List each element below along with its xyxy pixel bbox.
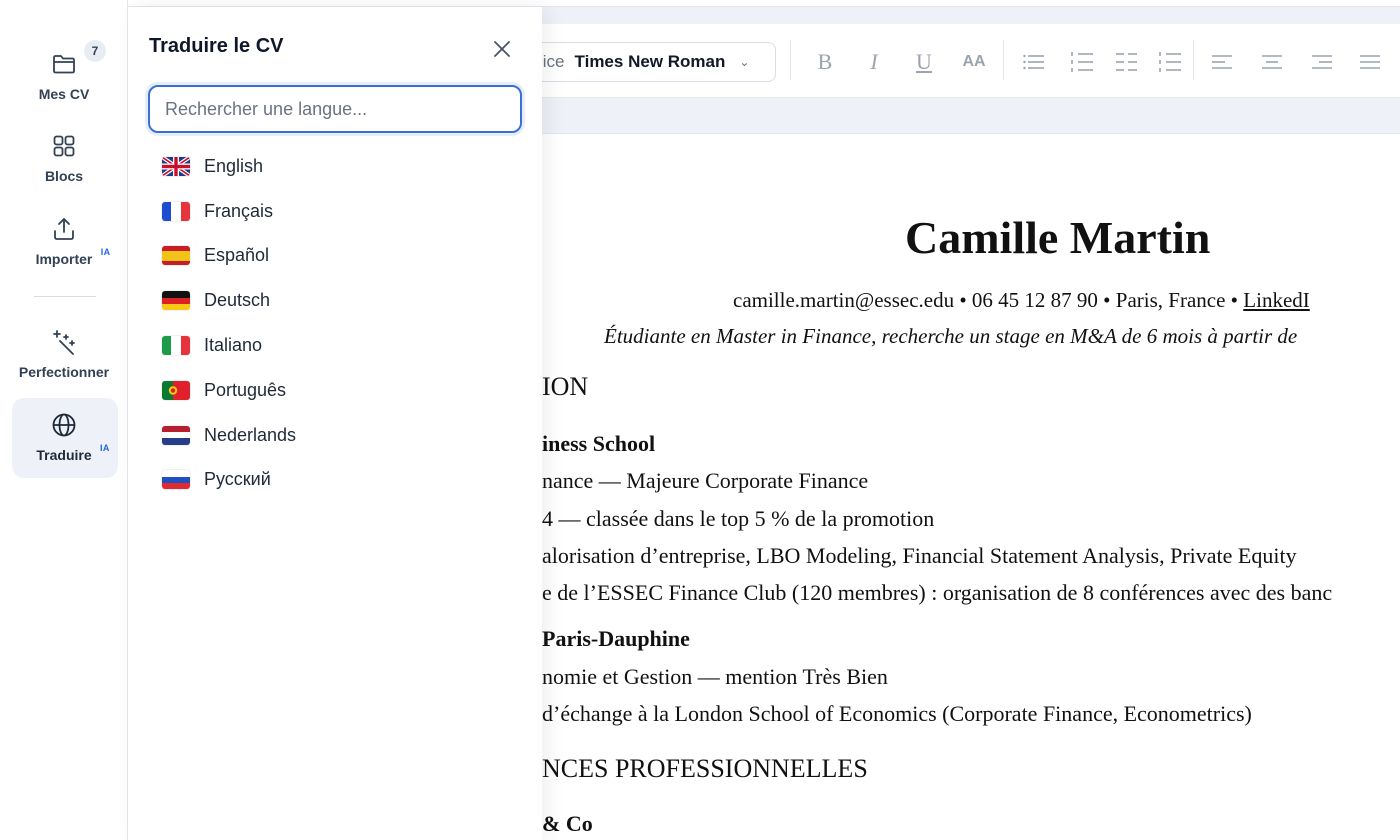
france-flag-icon <box>162 201 190 221</box>
font-select-value: Times New Roman <box>574 52 726 71</box>
ai-tag: IA <box>100 443 110 453</box>
toolbar-divider <box>1193 40 1194 80</box>
cv-objective: Étudiante en Master in Finance, recherch… <box>604 324 1298 348</box>
sidebar-item-mes-cv[interactable]: Mes CV <box>0 50 128 102</box>
cv-section-heading: ION <box>542 372 589 401</box>
cv-section-heading: NCES PROFESSIONNELLES <box>542 754 868 783</box>
cv-line: nomie et Gestion — mention Très Bien <box>542 664 888 689</box>
sidebar-item-label: Traduire IA <box>36 443 109 463</box>
cv-school-name: iness School <box>542 431 656 456</box>
cv-company-name: & Co <box>542 811 593 836</box>
translate-panel: Traduire le CV English Français Español … <box>128 7 542 840</box>
cv-contact-text: camille.martin@essec.edu • 06 45 12 87 9… <box>733 288 1244 312</box>
portugal-flag-icon <box>162 380 190 400</box>
underline-button[interactable]: U <box>910 48 938 76</box>
cv-contact-line: camille.martin@essec.edu • 06 45 12 87 9… <box>733 288 1310 313</box>
bullet-list-icon[interactable] <box>1020 48 1048 76</box>
sidebar-item-label: Mes CV <box>38 86 90 102</box>
cv-name: Camille Martin <box>905 212 1211 263</box>
cv-line: alorisation d’entreprise, LBO Modeling, … <box>542 543 1297 568</box>
language-option-francais[interactable]: Français <box>148 189 522 234</box>
language-option-deutsch[interactable]: Deutsch <box>148 278 522 323</box>
cv-line: d’échange à la London School of Economic… <box>542 701 1252 726</box>
align-justify-icon[interactable] <box>1356 48 1384 76</box>
language-name: Español <box>204 245 270 266</box>
bold-button[interactable]: B <box>811 48 839 76</box>
language-option-russian[interactable]: Русский <box>148 458 522 503</box>
language-name: Italiano <box>204 335 263 356</box>
text-case-button[interactable]: AA <box>958 48 990 76</box>
editor-top-strip <box>542 7 1400 24</box>
language-option-english[interactable]: English <box>148 144 522 189</box>
sidebar-item-label: Blocs <box>44 168 84 184</box>
numbered-list-icon[interactable] <box>1068 48 1096 76</box>
align-right-icon[interactable] <box>1308 48 1336 76</box>
toolbar-divider <box>790 40 791 80</box>
cv-line: 4 — classée dans le top 5 % de la promot… <box>542 506 935 531</box>
magic-wand-icon <box>50 328 78 356</box>
sidebar-rail: Mes CV 7 Blocs Importer IA Perfectionner … <box>0 0 128 840</box>
sidebar-item-traduire[interactable]: Traduire IA <box>0 411 128 463</box>
upload-icon <box>50 215 78 243</box>
indent-list-icon[interactable] <box>1112 48 1140 76</box>
ai-tag: IA <box>100 247 111 257</box>
language-name: English <box>204 155 264 176</box>
folder-icon <box>50 50 78 78</box>
close-icon[interactable] <box>490 37 514 61</box>
sidebar-item-blocs[interactable]: Blocs <box>0 132 128 184</box>
sidebar-item-importer[interactable]: Importer IA <box>0 215 128 267</box>
editor-ruler-strip <box>542 98 1400 134</box>
language-option-portugues[interactable]: Português <box>148 368 522 413</box>
language-name: Nederlands <box>204 424 297 445</box>
language-option-espanol[interactable]: Español <box>148 234 522 279</box>
language-name: Français <box>204 200 274 221</box>
font-family-select[interactable]: lice Times New Roman ⌄ <box>520 42 776 82</box>
cv-count-badge: 7 <box>84 40 106 62</box>
cv-line: e de l’ESSEC Finance Club (120 membres) … <box>542 580 1333 605</box>
germany-flag-icon <box>162 291 190 311</box>
russia-flag-icon <box>162 470 190 490</box>
align-left-icon[interactable] <box>1208 48 1236 76</box>
language-option-nederlands[interactable]: Nederlands <box>148 413 522 458</box>
sidebar-item-label: Importer IA <box>35 247 111 267</box>
sidebar-item-perfectionner[interactable]: Perfectionner <box>0 328 128 380</box>
cv-line: nance — Majeure Corporate Finance <box>542 468 869 493</box>
align-center-icon[interactable] <box>1258 48 1286 76</box>
globe-icon <box>50 411 78 439</box>
sidebar-divider <box>34 296 96 297</box>
cv-linkedin-link[interactable]: LinkedI <box>1243 288 1309 312</box>
grid-icon <box>50 132 78 160</box>
language-search-input[interactable] <box>148 85 522 133</box>
chevron-down-icon: ⌄ <box>739 55 750 69</box>
netherlands-flag-icon <box>162 425 190 445</box>
sidebar-item-text: Traduire <box>36 447 92 463</box>
language-name: Русский <box>204 469 271 490</box>
language-name: Português <box>204 379 287 400</box>
sidebar-item-text: Importer <box>35 251 93 267</box>
italy-flag-icon <box>162 336 190 356</box>
language-option-italiano[interactable]: Italiano <box>148 323 522 368</box>
checklist-icon[interactable] <box>1156 48 1184 76</box>
uk-flag-icon <box>162 156 190 176</box>
italic-button[interactable]: I <box>860 48 888 76</box>
font-select-prefix: lice <box>539 52 565 71</box>
language-name: Deutsch <box>204 290 271 311</box>
cv-document: Camille Martin camille.martin@essec.edu … <box>542 135 1400 840</box>
language-list: English Français Español Deutsch Italian… <box>148 144 522 502</box>
toolbar-divider <box>1003 40 1004 80</box>
panel-title: Traduire le CV <box>149 35 284 57</box>
cv-school-name: Paris-Dauphine <box>542 626 690 651</box>
spain-flag-icon <box>162 246 190 266</box>
sidebar-item-label: Perfectionner <box>18 364 110 380</box>
